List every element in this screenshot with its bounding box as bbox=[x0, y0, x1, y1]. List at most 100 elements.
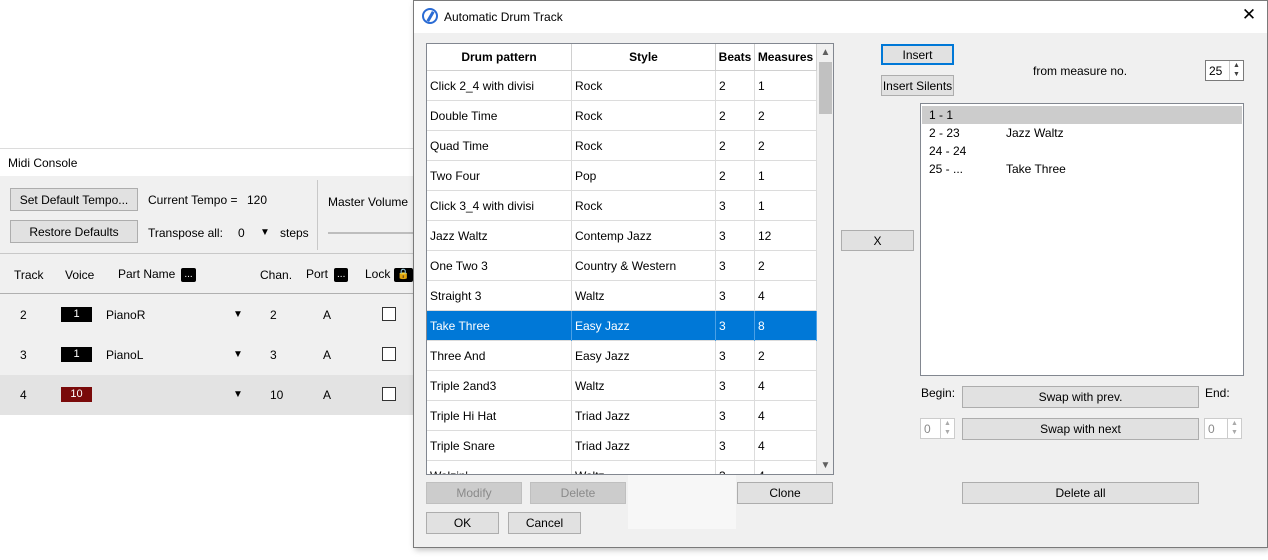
end-value[interactable]: 0 bbox=[1208, 422, 1215, 436]
table-row[interactable]: Jazz Waltz Contemp Jazz 3 12 bbox=[427, 221, 817, 251]
voice-number[interactable]: 1 bbox=[61, 347, 92, 362]
port-label: Port bbox=[306, 267, 329, 281]
from-measure-value[interactable]: 25 bbox=[1209, 64, 1222, 78]
cell-beats: 2 bbox=[716, 131, 755, 161]
delete-button[interactable]: Delete bbox=[530, 482, 626, 504]
swap-next-button[interactable]: Swap with next bbox=[962, 418, 1199, 440]
table-row[interactable]: Straight 3 Waltz 3 4 bbox=[427, 281, 817, 311]
list-item[interactable]: 1 - 1 bbox=[922, 106, 1242, 124]
voice-number[interactable]: 10 bbox=[61, 387, 92, 402]
scroll-down-icon[interactable]: ▼ bbox=[817, 457, 833, 474]
header-port: Port... bbox=[306, 267, 349, 282]
list-item[interactable]: 24 - 24 bbox=[922, 142, 1242, 160]
master-volume-slider[interactable] bbox=[328, 232, 414, 234]
spinner-arrows-icon[interactable]: ▲ ▼ bbox=[1227, 419, 1241, 438]
range-pattern: Take Three bbox=[1006, 162, 1066, 176]
end-spinner[interactable]: 0 ▲ ▼ bbox=[1204, 418, 1242, 439]
header-beats[interactable]: Beats bbox=[716, 44, 755, 71]
set-default-tempo-button[interactable]: Set Default Tempo... bbox=[10, 188, 138, 211]
table-row[interactable]: Take Three Easy Jazz 3 8 bbox=[427, 311, 817, 341]
title-bar: Automatic Drum Track ✕ bbox=[414, 1, 1267, 33]
part-name-menu-button[interactable]: ... bbox=[181, 267, 196, 282]
lock-checkbox[interactable] bbox=[382, 307, 396, 321]
table-row[interactable]: Double Time Rock 2 2 bbox=[427, 101, 817, 131]
part-name[interactable]: PianoL bbox=[106, 348, 143, 362]
cell-drum-pattern: Triple Hi Hat bbox=[427, 401, 572, 431]
restore-defaults-button[interactable]: Restore Defaults bbox=[10, 220, 138, 243]
part-name[interactable]: PianoR bbox=[106, 308, 145, 322]
cell-measures: 8 bbox=[755, 311, 817, 341]
cell-beats: 3 bbox=[716, 251, 755, 281]
table-row[interactable]: Triple 2and3 Waltz 3 4 bbox=[427, 371, 817, 401]
cell-measures: 2 bbox=[755, 131, 817, 161]
modify-button[interactable]: Modify bbox=[426, 482, 522, 504]
list-item[interactable]: 2 - 23 Jazz Waltz bbox=[922, 124, 1242, 142]
ok-button[interactable]: OK bbox=[426, 512, 499, 534]
cell-drum-pattern: Triple Snare bbox=[427, 431, 572, 461]
begin-spinner[interactable]: 0 ▲ ▼ bbox=[920, 418, 955, 439]
header-track: Track bbox=[14, 268, 44, 282]
cell-beats: 3 bbox=[716, 221, 755, 251]
channel-number[interactable]: 3 bbox=[270, 348, 277, 362]
scrollbar-thumb[interactable] bbox=[819, 62, 832, 114]
clone-button[interactable]: Clone bbox=[737, 482, 833, 504]
track-row[interactable]: 4 10 ▼ 10 A bbox=[0, 375, 414, 415]
chevron-down-icon[interactable]: ▼ bbox=[233, 309, 243, 320]
table-row[interactable]: Triple Snare Triad Jazz 3 4 bbox=[427, 431, 817, 461]
header-measures[interactable]: Measures bbox=[755, 44, 817, 71]
remove-button[interactable]: X bbox=[841, 230, 914, 251]
transpose-value[interactable]: 0 bbox=[238, 226, 245, 240]
channel-number[interactable]: 2 bbox=[270, 308, 277, 322]
spinner-arrows-icon[interactable]: ▲ ▼ bbox=[1229, 61, 1243, 80]
begin-value[interactable]: 0 bbox=[924, 422, 931, 436]
table-row[interactable]: Triple Hi Hat Triad Jazz 3 4 bbox=[427, 401, 817, 431]
spinner-arrows-icon[interactable]: ▲ ▼ bbox=[940, 419, 954, 438]
lock-icon[interactable]: 🔒 bbox=[394, 267, 413, 282]
cell-style: Triad Jazz bbox=[572, 431, 716, 461]
list-item[interactable]: 25 - ... Take Three bbox=[922, 160, 1242, 178]
voice-number[interactable]: 1 bbox=[61, 307, 92, 322]
swap-prev-button[interactable]: Swap with prev. bbox=[962, 386, 1199, 408]
lock-checkbox[interactable] bbox=[382, 347, 396, 361]
table-row[interactable]: Quad Time Rock 2 2 bbox=[427, 131, 817, 161]
port-value[interactable]: A bbox=[323, 348, 331, 362]
table-row[interactable]: Click 3_4 with divisi Rock 3 1 bbox=[427, 191, 817, 221]
table-row[interactable]: Two Four Pop 2 1 bbox=[427, 161, 817, 191]
port-value[interactable]: A bbox=[323, 388, 331, 402]
transpose-dropdown-icon[interactable]: ▼ bbox=[260, 227, 270, 238]
table-row[interactable]: Three And Easy Jazz 3 2 bbox=[427, 341, 817, 371]
chevron-down-icon[interactable]: ▼ bbox=[233, 389, 243, 400]
vertical-scrollbar[interactable]: ▲ ▼ bbox=[817, 44, 833, 474]
cell-beats: 3 bbox=[716, 191, 755, 221]
close-icon[interactable]: ✕ bbox=[1239, 6, 1259, 24]
scroll-up-icon[interactable]: ▲ bbox=[817, 44, 833, 61]
track-row[interactable]: 2 1 PianoR ▼ 2 A bbox=[0, 295, 414, 335]
cell-style: Country & Western bbox=[572, 251, 716, 281]
lock-checkbox[interactable] bbox=[382, 387, 396, 401]
from-measure-spinner[interactable]: 25 ▲ ▼ bbox=[1205, 60, 1244, 81]
measure-range-list[interactable]: 1 - 1 2 - 23 Jazz Waltz 24 - 24 25 - ... Take… bbox=[920, 103, 1244, 376]
cell-drum-pattern: Take Three bbox=[427, 311, 572, 341]
port-value[interactable]: A bbox=[323, 308, 331, 322]
chevron-down-icon[interactable]: ▼ bbox=[233, 349, 243, 360]
cell-drum-pattern: Straight 3 bbox=[427, 281, 572, 311]
header-drum-pattern[interactable]: Drum pattern bbox=[427, 44, 572, 71]
cell-drum-pattern: Walzin' bbox=[427, 461, 572, 474]
port-menu-button[interactable]: ... bbox=[334, 267, 349, 282]
track-row[interactable]: 3 1 PianoL ▼ 3 A bbox=[0, 335, 414, 375]
channel-number[interactable]: 10 bbox=[270, 388, 283, 402]
divider bbox=[0, 253, 414, 254]
cancel-button[interactable]: Cancel bbox=[508, 512, 581, 534]
track-number: 2 bbox=[20, 308, 27, 322]
delete-all-button[interactable]: Delete all bbox=[962, 482, 1199, 504]
header-style[interactable]: Style bbox=[572, 44, 716, 71]
transpose-label: Transpose all: bbox=[148, 226, 223, 240]
table-row[interactable]: Click 2_4 with divisi Rock 2 1 bbox=[427, 71, 817, 101]
track-number: 4 bbox=[20, 388, 27, 402]
insert-button[interactable]: Insert bbox=[881, 44, 954, 65]
cell-drum-pattern: Triple 2and3 bbox=[427, 371, 572, 401]
table-row[interactable]: One Two 3 Country & Western 3 2 bbox=[427, 251, 817, 281]
table-row[interactable]: Walzin'Waltz34 bbox=[427, 461, 817, 474]
cell-style: Rock bbox=[572, 101, 716, 131]
insert-silents-button[interactable]: Insert Silents bbox=[881, 75, 954, 96]
